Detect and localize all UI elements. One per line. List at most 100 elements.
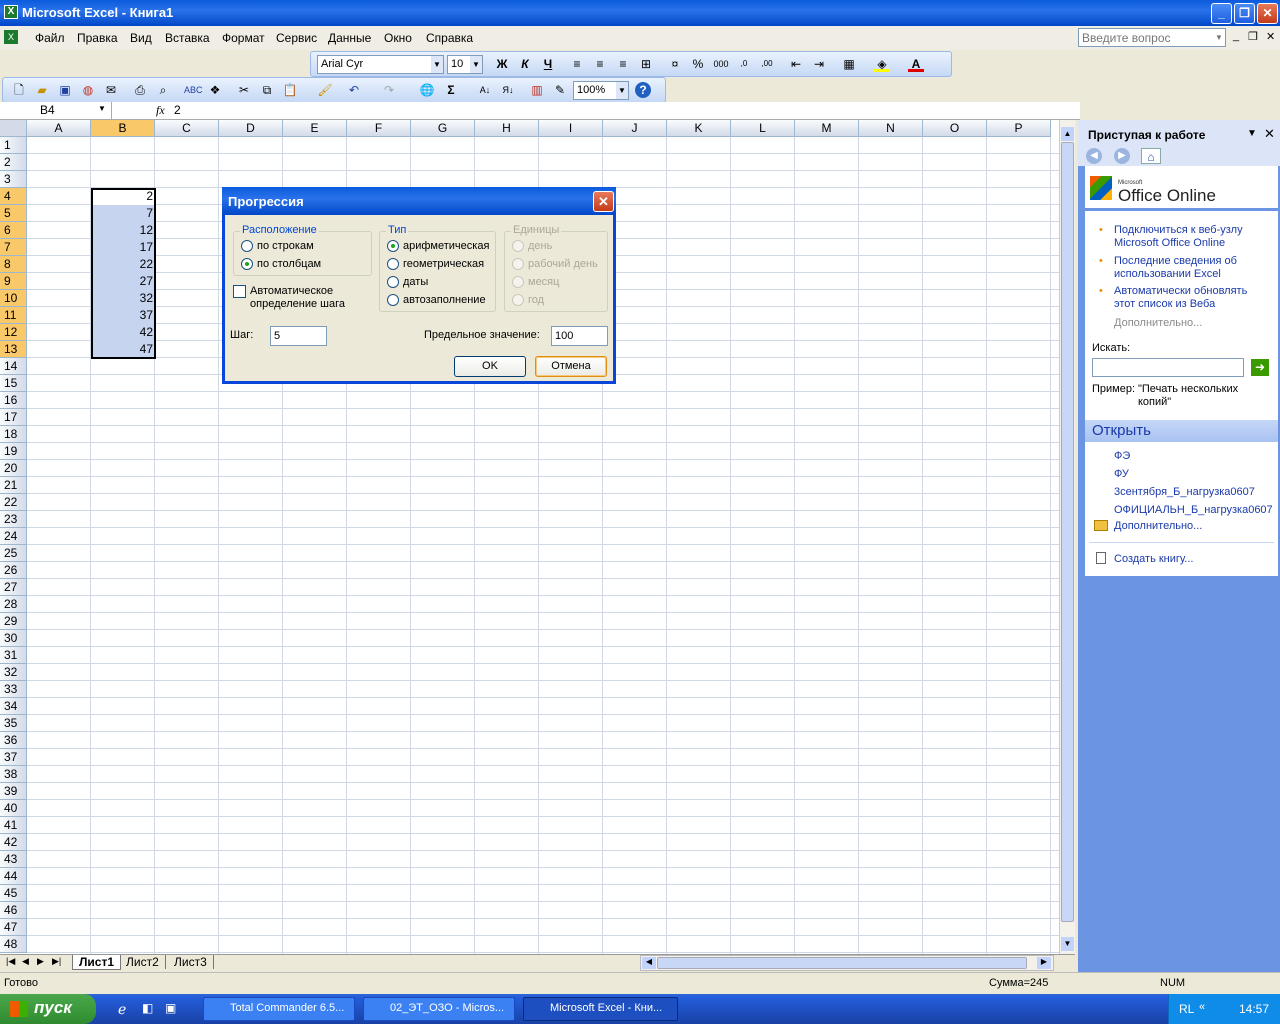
column-header[interactable]: C (155, 120, 219, 137)
row-header[interactable]: 4 (0, 188, 27, 205)
row-header[interactable]: 24 (0, 528, 27, 545)
link-autoupdate[interactable]: Автоматически обновлять этот список из В… (1114, 285, 1264, 311)
merge-center-icon[interactable]: ⊞ (638, 56, 654, 72)
save-icon[interactable]: ▣ (57, 82, 73, 98)
align-right-icon[interactable]: ≡ (615, 56, 631, 72)
hyperlink-icon[interactable]: 🌐 (419, 82, 435, 98)
cancel-button[interactable]: Отмена (535, 356, 607, 377)
file-3sept[interactable]: 3сентября_Б_нагрузка0607 (1114, 486, 1255, 499)
font-combo[interactable]: Arial Cyr ▼ (317, 55, 444, 74)
radio-cols[interactable]: по столбцам (241, 258, 321, 271)
menu-window[interactable]: Окно (384, 31, 412, 45)
row-header[interactable]: 20 (0, 460, 27, 477)
formula-input[interactable]: 2 (174, 103, 181, 117)
menu-file[interactable]: Файл (35, 31, 65, 45)
percent-icon[interactable]: % (690, 56, 706, 72)
copy-icon[interactable]: ⧉ (259, 82, 275, 98)
file-official[interactable]: ОФИЦИАЛЬН_Б_нагрузка0607 (1114, 504, 1273, 517)
link-more[interactable]: Дополнительно... (1114, 317, 1202, 330)
taskbar-item-totalcmd[interactable]: Total Commander 6.5... (203, 997, 355, 1021)
taskbar-item-excel[interactable]: Microsoft Excel - Кни... (523, 997, 678, 1021)
horizontal-scrollbar[interactable]: ◀ ▶ (640, 955, 1054, 971)
column-header[interactable]: G (411, 120, 475, 137)
help-search-input[interactable]: Введите вопрос ▼ (1078, 28, 1226, 47)
ok-button[interactable]: OK (454, 356, 526, 377)
row-header[interactable]: 2 (0, 154, 27, 171)
go-arrow-icon[interactable]: ➜ (1251, 359, 1269, 376)
radio-arith[interactable]: арифметическая (387, 240, 489, 253)
task-pane-close-icon[interactable]: ✕ (1264, 126, 1275, 142)
align-center-icon[interactable]: ≡ (592, 56, 608, 72)
app-icon[interactable]: ▣ (165, 1001, 176, 1015)
radio-rows[interactable]: по строкам (241, 240, 314, 253)
open-more-link[interactable]: Дополнительно... (1114, 520, 1202, 533)
next-sheet-icon[interactable]: ▶ (37, 956, 44, 967)
row-header[interactable]: 30 (0, 630, 27, 647)
thousands-icon[interactable]: 000 (713, 56, 729, 72)
row-header[interactable]: 3 (0, 171, 27, 188)
cut-icon[interactable]: ✂ (236, 82, 252, 98)
row-header[interactable]: 8 (0, 256, 27, 273)
row-header[interactable]: 11 (0, 307, 27, 324)
row-header[interactable]: 44 (0, 868, 27, 885)
size-combo[interactable]: 10 ▼ (447, 55, 483, 74)
scroll-down-icon[interactable]: ▼ (1061, 937, 1074, 951)
file-fu[interactable]: ФУ (1114, 468, 1129, 481)
font-color-icon[interactable]: A (908, 56, 924, 72)
new-icon[interactable]: 🗋 (11, 82, 27, 98)
row-header[interactable]: 40 (0, 800, 27, 817)
chevron-down-icon[interactable]: ▼ (98, 104, 106, 113)
ie-icon[interactable]: ℯ (118, 1001, 126, 1018)
column-header[interactable]: L (731, 120, 795, 137)
language-indicator[interactable]: RL (1179, 1002, 1194, 1016)
tray-expand-icon[interactable]: « (1199, 1001, 1205, 1013)
taskpane-search-input[interactable] (1092, 358, 1244, 377)
link-connect[interactable]: Подключиться к веб-узлу Microsoft Office… (1114, 224, 1264, 250)
row-header[interactable]: 6 (0, 222, 27, 239)
column-header[interactable]: A (27, 120, 91, 137)
decrease-indent-icon[interactable]: ⇤ (788, 56, 804, 72)
doc-minimize-button[interactable]: _ (1233, 30, 1239, 42)
spelling-icon[interactable]: ABC (184, 82, 203, 98)
desktop-icon[interactable]: ◧ (142, 1001, 153, 1015)
column-header[interactable]: N (859, 120, 923, 137)
borders-icon[interactable]: ▦ (841, 56, 857, 72)
row-header[interactable]: 19 (0, 443, 27, 460)
zoom-combo[interactable]: 100% ▼ (573, 81, 629, 100)
column-header[interactable]: M (795, 120, 859, 137)
fill-color-icon[interactable]: ◈ (874, 56, 890, 72)
row-header[interactable]: 18 (0, 426, 27, 443)
first-sheet-icon[interactable]: |◀ (6, 956, 15, 967)
scroll-up-icon[interactable]: ▲ (1061, 127, 1074, 141)
menu-help[interactable]: Справка (426, 31, 473, 45)
row-header[interactable]: 34 (0, 698, 27, 715)
row-header[interactable]: 36 (0, 732, 27, 749)
open-icon[interactable]: ▰ (34, 82, 50, 98)
column-header[interactable]: E (283, 120, 347, 137)
tab-sheet3[interactable]: Лист3 (168, 955, 214, 969)
row-header[interactable]: 16 (0, 392, 27, 409)
row-header[interactable]: 10 (0, 290, 27, 307)
row-header[interactable]: 12 (0, 324, 27, 341)
row-header[interactable]: 28 (0, 596, 27, 613)
currency-icon[interactable]: ¤ (667, 56, 683, 72)
row-header[interactable]: 45 (0, 885, 27, 902)
fx-icon[interactable]: fx (156, 103, 165, 118)
autosum-icon[interactable]: Σ (443, 82, 459, 98)
row-header[interactable]: 37 (0, 749, 27, 766)
row-header[interactable]: 1 (0, 137, 27, 154)
row-header[interactable]: 23 (0, 511, 27, 528)
doc-restore-button[interactable]: ❐ (1248, 30, 1258, 43)
row-header[interactable]: 7 (0, 239, 27, 256)
taskbar-item-word[interactable]: 02_ЭТ_ОЗО - Micros... (363, 997, 515, 1021)
row-header[interactable]: 29 (0, 613, 27, 630)
row-header[interactable]: 38 (0, 766, 27, 783)
row-header[interactable]: 33 (0, 681, 27, 698)
doc-close-button[interactable]: ✕ (1266, 30, 1275, 43)
row-header[interactable]: 32 (0, 664, 27, 681)
column-header[interactable]: K (667, 120, 731, 137)
paste-icon[interactable]: 📋 (282, 82, 298, 98)
row-header[interactable]: 21 (0, 477, 27, 494)
close-button[interactable]: ✕ (1257, 3, 1278, 24)
row-header[interactable]: 42 (0, 834, 27, 851)
